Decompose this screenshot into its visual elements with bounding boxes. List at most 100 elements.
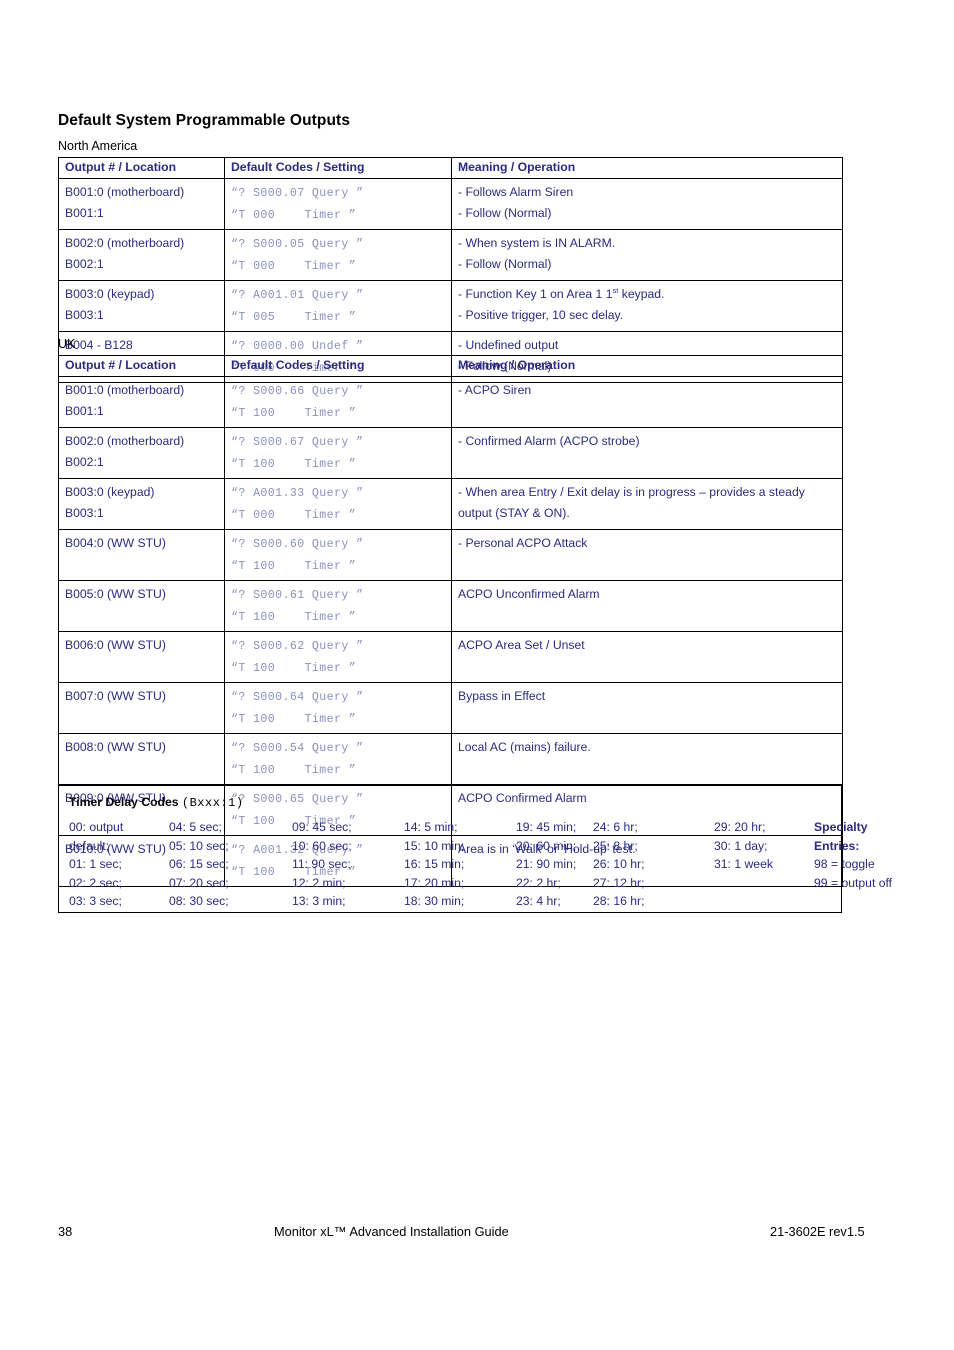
cell-line: B004 - B128: [65, 335, 218, 356]
cell-text: - Follow (Normal): [458, 205, 552, 220]
cell-line: B001:0 (motherboard): [65, 182, 218, 203]
cell-default-codes: “? A001.01 Query ” “T 005 Timer ”: [224, 280, 452, 332]
cell-default-codes: “? S000.05 Query ” “T 000 Timer ”: [224, 229, 452, 281]
cell-meaning-operation: - Personal ACPO Attack: [451, 529, 843, 581]
cell-text: - Follows Alarm Siren: [458, 185, 574, 199]
timer-code-entry: 28: 16 hr;: [593, 894, 645, 909]
code-text: “T 100 Timer ”: [231, 406, 357, 420]
cell-text: B007:0 (WW STU): [65, 689, 166, 703]
timer-code-entry: 04: 5 sec;: [169, 820, 222, 834]
cell-meaning-operation: - Follows Alarm Siren - Follow (Normal): [451, 178, 843, 230]
code-text: “T 100 Timer ”: [231, 712, 357, 726]
table-north-america-outputs: Output # / Location Default Codes / Sett…: [58, 157, 843, 383]
cell-line: “T 000 Timer ”: [231, 255, 445, 277]
specialty-entries-heading-line: Specialty: [814, 820, 868, 834]
cell-line: Bypass in Effect: [458, 686, 836, 707]
footer-document-title: Monitor xL™ Advanced Installation Guide: [274, 1224, 509, 1239]
cell-text: B002:1: [65, 454, 104, 469]
cell-text: ACPO Area Set / Unset: [458, 638, 585, 652]
table-row: B001:0 (motherboard) B001:1 “? S000.07 Que…: [58, 178, 843, 230]
cell-line: [65, 707, 218, 727]
code-text: “? S000.61 Query ”: [231, 589, 364, 602]
cell-text: B002:0 (motherboard): [65, 434, 185, 448]
code-text: “? S000.05 Query ”: [231, 238, 364, 251]
cell-meaning-operation: - When system is IN ALARM. - Follow (Norm…: [451, 229, 843, 281]
code-text: “? A001.01 Query ”: [231, 289, 364, 302]
timer-code-entry: 19: 45 min;: [516, 820, 577, 834]
code-text: “T 100 Timer ”: [231, 610, 357, 624]
cell-line: [458, 758, 836, 778]
cell-text: Local AC (mains) failure.: [458, 740, 591, 754]
table-row: B005:0 (WW STU) “? S000.61 Query ” “T 100 …: [58, 580, 843, 632]
cell-line: [458, 656, 836, 676]
cell-output-location: B008:0 (WW STU): [58, 733, 225, 785]
cell-line: B007:0 (WW STU): [65, 686, 218, 707]
cell-line: [65, 554, 218, 574]
code-text: “T 100 Timer ”: [231, 661, 357, 675]
cell-line: “T 100 Timer ”: [231, 708, 445, 730]
code-text: “T 005 Timer ”: [231, 310, 357, 324]
code-text: “? 0000.00 Undef ”: [231, 340, 364, 353]
cell-text: Bypass in Effect: [458, 689, 546, 703]
table-row: B001:0 (motherboard) B001:1 “? S000.66 Que…: [58, 376, 843, 428]
timer-code-entry: 12: 2 min;: [292, 875, 346, 890]
table-row: B007:0 (WW STU) “? S000.64 Query ” “T 100 …: [58, 682, 843, 734]
section-label-north-america: North America: [58, 139, 138, 153]
cell-meaning-operation: - Confirmed Alarm (ACPO strobe): [451, 427, 843, 479]
column-header-output-location: Output # / Location: [58, 157, 225, 179]
timer-code-entry: 01: 1 sec;: [69, 857, 122, 872]
cell-text: - Positive trigger, 10 sec delay.: [458, 307, 624, 322]
cell-text: B003:1: [65, 505, 104, 520]
cell-default-codes: “? S000.07 Query ” “T 000 Timer ”: [224, 178, 452, 230]
table-row: B004:0 (WW STU) “? S000.60 Query ” “T 100 …: [58, 529, 843, 581]
timer-box-title-label: Timer Delay Codes: [69, 795, 179, 809]
cell-line: - Follows Alarm Siren: [458, 182, 836, 203]
cell-text: B003:0 (keypad): [65, 287, 155, 301]
cell-line: “? 0000.00 Undef ”: [231, 335, 445, 357]
table-header: Output # / Location Default Codes / Sett…: [58, 157, 843, 179]
cell-line: B004:0 (WW STU): [65, 533, 218, 554]
timer-code-column-6: 29: 20 hr; 30: 1 day; 31: 1 week: [714, 818, 773, 874]
timer-code-entry: 30: 1 day;: [714, 838, 768, 853]
timer-code-entry: 10: 60 sec;: [292, 838, 352, 853]
cell-line: B002:0 (motherboard): [65, 431, 218, 452]
ordinal-superscript: st: [612, 285, 619, 295]
table-row: B003:0 (keypad) B003:1 “? A001.33 Query ” “…: [58, 478, 843, 530]
cell-line: “T 100 Timer ”: [231, 555, 445, 577]
cell-text: B003:0 (keypad): [65, 485, 155, 499]
cell-line: [458, 401, 836, 421]
cell-text: B001:0 (motherboard): [65, 383, 185, 397]
cell-line: [65, 656, 218, 676]
table-header-row: Output # / Location Default Codes / Sett…: [58, 355, 843, 377]
code-text: “? S000.07 Query ”: [231, 187, 364, 200]
cell-text: B003:1: [65, 307, 104, 322]
cell-line: B003:0 (keypad): [65, 284, 218, 305]
cell-output-location: B001:0 (motherboard) B001:1: [58, 376, 225, 428]
timer-code-entry: 02: 2 sec;: [69, 875, 122, 890]
timer-code-entry: 17: 20 min;: [404, 875, 465, 890]
timer-box-title-code: (Bxxx:1): [181, 796, 244, 810]
cell-line: B008:0 (WW STU): [65, 737, 218, 758]
cell-text: B001:0 (motherboard): [65, 185, 185, 199]
cell-meaning-operation: ACPO Area Set / Unset: [451, 631, 843, 683]
timer-code-entry: 11: 90 sec;: [292, 857, 351, 872]
cell-default-codes: “? S000.64 Query ” “T 100 Timer ”: [224, 682, 452, 734]
cell-line: - Personal ACPO Attack: [458, 533, 836, 554]
cell-text: B002:0 (motherboard): [65, 236, 185, 250]
column-header-default-codes: Default Codes / Setting: [224, 355, 452, 377]
table-row: B008:0 (WW STU) “? S000.54 Query ” “T 100 …: [58, 733, 843, 785]
column-header-meaning-operation: Meaning / Operation: [451, 157, 843, 179]
cell-line: - When area Entry / Exit delay is in pro…: [458, 482, 836, 523]
cell-line: B001:0 (motherboard): [65, 380, 218, 401]
table-row: B006:0 (WW STU) “? S000.62 Query ” “T 100 …: [58, 631, 843, 683]
cell-meaning-operation: Bypass in Effect: [451, 682, 843, 734]
cell-line: [65, 605, 218, 625]
cell-line: “T 100 Timer ”: [231, 402, 445, 424]
timer-code-entry: 22: 2 hr;: [516, 875, 561, 890]
cell-line: - When system is IN ALARM.: [458, 233, 836, 254]
table-row: B002:0 (motherboard) B002:1 “? S000.05 Que…: [58, 229, 843, 281]
cell-line: B003:1: [65, 305, 218, 326]
cell-line: [458, 452, 836, 472]
code-text: “T 000 Timer ”: [231, 259, 357, 273]
timer-code-entry: 08: 30 sec;: [169, 894, 229, 909]
